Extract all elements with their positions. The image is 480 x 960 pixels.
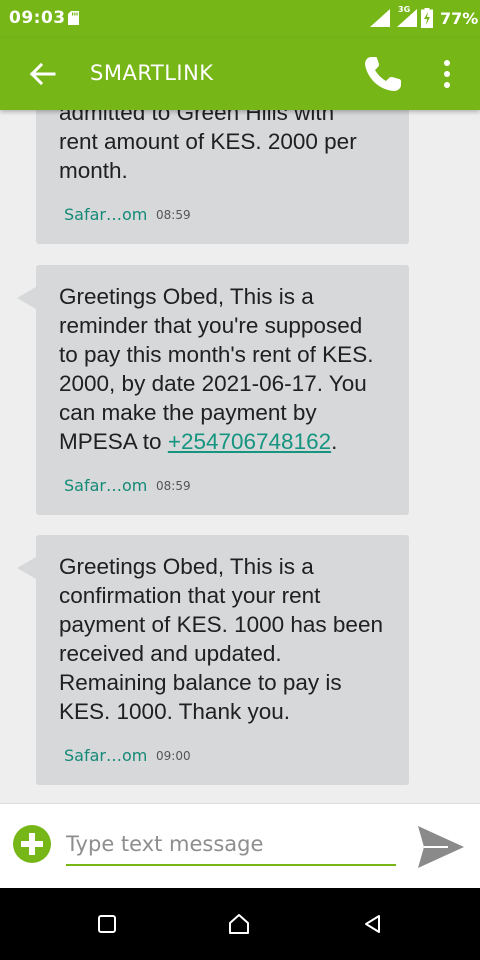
battery-percentage: 77%: [440, 9, 479, 28]
phone-icon: [365, 57, 401, 91]
status-bar: 09:03 3G 77%: [0, 0, 480, 38]
battery-charging-icon: [421, 8, 433, 28]
system-nav-bar: [0, 888, 480, 960]
more-vert-dot: [444, 71, 450, 77]
message-list[interactable]: admitted to Green Hills with rent amount…: [0, 110, 480, 803]
send-icon: [418, 826, 464, 868]
message-sender: Safar…om: [64, 476, 148, 495]
recents-icon: [98, 915, 116, 933]
message-time: 08:59: [156, 208, 191, 222]
message-text: admitted to Green Hills with rent amount…: [59, 110, 357, 183]
back-icon: [365, 915, 380, 933]
phone-number-link[interactable]: +254706748162: [168, 429, 331, 454]
message-time: 08:59: [156, 479, 191, 493]
message-input[interactable]: [66, 824, 396, 866]
bubble-tail: [17, 557, 36, 579]
message-bubble[interactable]: Greetings Obed, This is a reminder that …: [17, 265, 409, 515]
message-bubble[interactable]: admitted to Green Hills with rent amount…: [36, 110, 409, 244]
status-time: 09:03: [9, 8, 66, 28]
add-circle-icon: [13, 825, 51, 863]
compose-bar: [0, 803, 480, 889]
bubble-tail: [17, 287, 36, 309]
message-time: 09:00: [156, 749, 191, 763]
signal-3g-icon: [397, 9, 417, 27]
app-bar: SMARTLINK: [0, 38, 480, 110]
back-arrow-icon: [29, 62, 56, 86]
more-vert-dot: [444, 82, 450, 88]
message-sender: Safar…om: [64, 205, 148, 224]
back-button[interactable]: [20, 54, 64, 94]
message-bubble[interactable]: Greetings Obed, This is a confirmation t…: [17, 535, 409, 785]
more-options-button[interactable]: [432, 52, 462, 96]
message-text: Greetings Obed, This is a confirmation t…: [59, 554, 383, 724]
home-icon: [229, 914, 249, 934]
message-text: Greetings Obed, This is a reminder that …: [59, 282, 399, 456]
sd-card-icon: [68, 11, 79, 25]
messaging-screen: 09:03 3G 77% SMARTLINK admitted to Green…: [0, 0, 480, 960]
call-button[interactable]: [358, 50, 408, 98]
recents-button[interactable]: [85, 902, 129, 946]
more-vert-icon: [444, 60, 450, 66]
send-button[interactable]: [414, 822, 466, 872]
attach-button[interactable]: [12, 824, 52, 864]
message-sender: Safar…om: [64, 746, 148, 765]
conversation-title: SMARTLINK: [90, 61, 214, 85]
message-text-tail: .: [331, 429, 338, 454]
home-button[interactable]: [217, 902, 261, 946]
signal-icon: [370, 9, 390, 27]
system-back-button[interactable]: [351, 902, 395, 946]
